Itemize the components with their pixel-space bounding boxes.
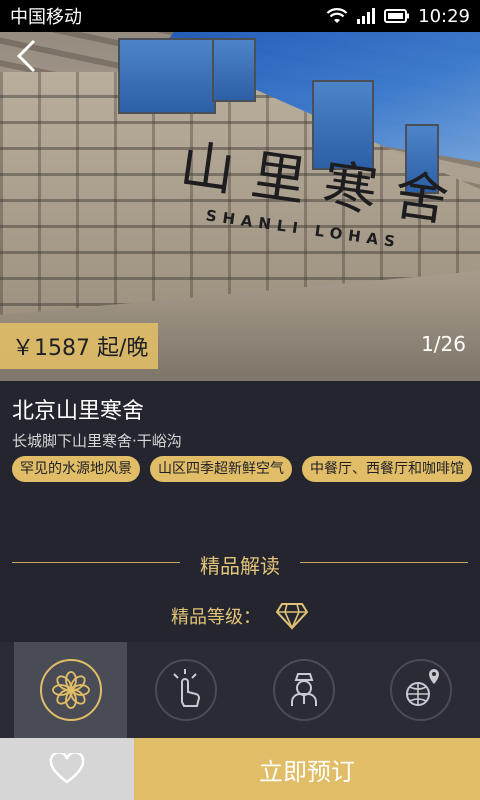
feature-tag: 中餐厅、西餐厅和咖啡馆 [302, 456, 472, 482]
clock-time: 10:29 [418, 5, 470, 27]
section-title: 精品解读 [200, 554, 280, 578]
flower-icon [39, 659, 102, 721]
tab-touch[interactable] [127, 642, 245, 738]
feature-icon-tabs [0, 642, 480, 738]
battery-icon [384, 9, 410, 23]
back-button[interactable] [6, 36, 46, 76]
tab-flower[interactable] [14, 642, 127, 738]
heart-icon [49, 753, 85, 784]
globe-location-icon [390, 659, 453, 721]
bottom-action-bar: 立即预订 [0, 738, 480, 800]
feature-tag: 山区四季超新鲜空气 [150, 456, 292, 482]
wifi-icon [326, 8, 348, 23]
feature-tags: 罕见的水源地风景 山区四季超新鲜空气 中餐厅、西餐厅和咖啡馆 [12, 456, 472, 482]
photo-counter: 1/26 [421, 332, 466, 356]
status-icons: 10:29 [326, 6, 470, 27]
grade-label: 精品等级： [171, 607, 261, 628]
book-now-button[interactable]: 立即预订 [134, 738, 480, 800]
favorite-button[interactable] [0, 738, 134, 800]
tab-service[interactable] [245, 642, 363, 738]
signal-icon [357, 8, 376, 24]
touch-hand-icon [154, 659, 217, 721]
status-bar: 中国移动 10:29 [0, 0, 480, 32]
grade-row: 精品等级： [0, 602, 480, 630]
feature-tag: 罕见的水源地风景 [12, 456, 140, 482]
service-staff-icon [272, 659, 335, 721]
photo-window [118, 38, 216, 114]
price-badge: ￥1587 起/晚 [0, 323, 158, 369]
chevron-left-icon [16, 39, 36, 73]
tab-location[interactable] [362, 642, 480, 738]
diamond-icon [275, 603, 309, 630]
photo-window [212, 38, 256, 102]
hotel-name: 北京山里寒舍 [12, 399, 145, 424]
carrier-label: 中国移动 [10, 7, 82, 28]
hotel-location: 长城脚下山里寒舍·干峪沟 [12, 432, 182, 450]
